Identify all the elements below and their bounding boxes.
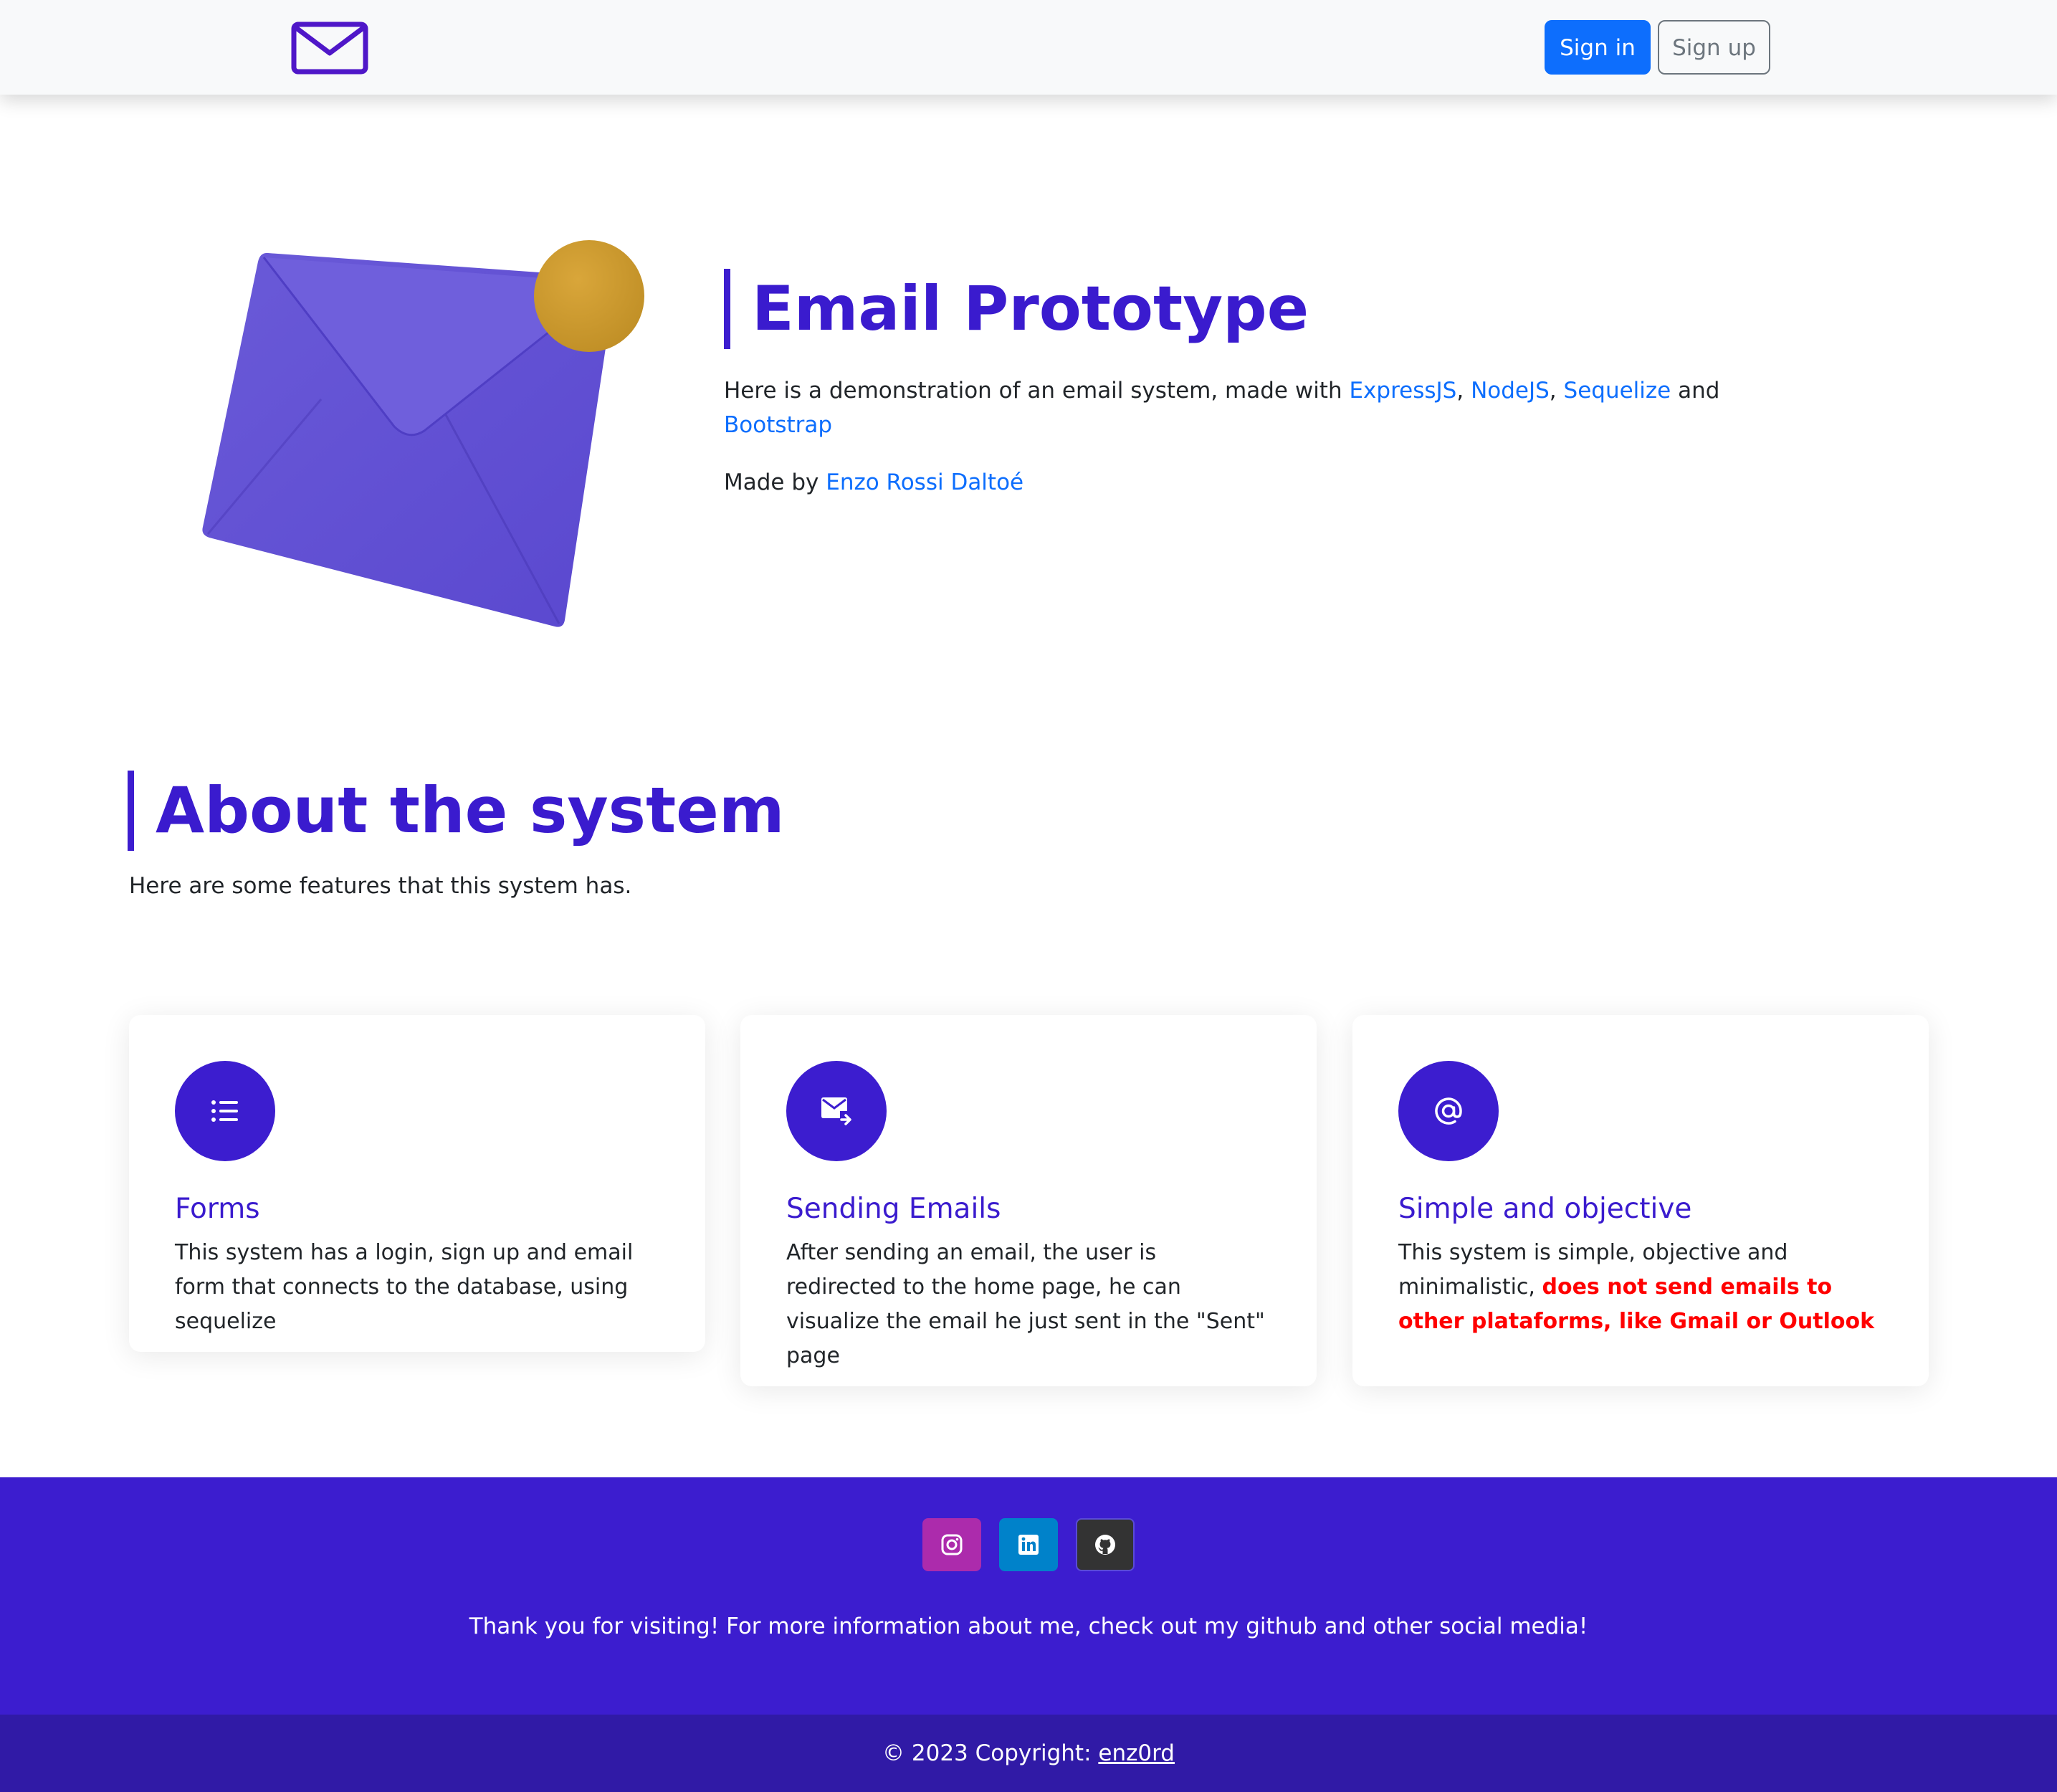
card-text: This system has a login, sign up and ema… [175, 1240, 634, 1334]
envelope-forward-icon [786, 1061, 887, 1161]
feature-card-sending-emails: Sending Emails After sending an email, t… [740, 1015, 1317, 1386]
list-icon [175, 1061, 275, 1161]
sign-in-button[interactable]: Sign in [1545, 20, 1651, 75]
github-icon[interactable] [1076, 1518, 1135, 1571]
hero-description-text: Here is a demonstration of an email syst… [724, 378, 1350, 404]
nodejs-link[interactable]: NodeJS [1471, 378, 1550, 404]
at-icon [1398, 1061, 1499, 1161]
made-by-label: Made by [724, 470, 826, 495]
sequelize-link[interactable]: Sequelize [1564, 378, 1671, 404]
envelope-icon[interactable] [291, 22, 368, 75]
sign-up-button[interactable]: Sign up [1658, 20, 1770, 75]
linkedin-icon[interactable] [999, 1518, 1058, 1571]
author-link[interactable]: Enzo Rossi Daltoé [826, 470, 1023, 495]
footer: Thank you for visiting! For more informa… [0, 1477, 2057, 1715]
copyright-text: © 2023 Copyright: [882, 1740, 1099, 1766]
instagram-icon[interactable] [922, 1518, 981, 1571]
feature-card-simple: Simple and objective This system is simp… [1352, 1015, 1929, 1386]
separator: and [1671, 378, 1720, 404]
card-title: Simple and objective [1398, 1193, 1692, 1225]
footer-message: Thank you for visiting! For more informa… [469, 1614, 1588, 1639]
about-title: About the system [128, 771, 785, 851]
about-subtitle: Here are some features that this system … [129, 873, 632, 899]
hero-description: Here is a demonstration of an email syst… [724, 373, 1799, 442]
card-title: Forms [175, 1193, 260, 1225]
hero-text: Email Prototype Here is a demonstration … [724, 269, 1799, 500]
separator: , [1549, 378, 1564, 404]
navbar: Sign in Sign up [0, 0, 2057, 95]
bootstrap-link[interactable]: Bootstrap [724, 412, 832, 438]
copyright-bar: © 2023 Copyright: enz0rd [0, 1715, 2057, 1792]
card-title: Sending Emails [786, 1193, 1001, 1225]
hero-title: Email Prototype [724, 269, 1799, 349]
separator: , [1456, 378, 1471, 404]
copyright-link[interactable]: enz0rd [1098, 1740, 1175, 1766]
hero-author: Made by Enzo Rossi Daltoé [724, 465, 1799, 500]
expressjs-link[interactable]: ExpressJS [1349, 378, 1456, 404]
envelope-notification-illustration [202, 240, 644, 627]
feature-card-forms: Forms This system has a login, sign up a… [129, 1015, 705, 1352]
card-text: This system is simple, objective and min… [1398, 1236, 1883, 1339]
card-text: After sending an email, the user is redi… [786, 1240, 1265, 1368]
